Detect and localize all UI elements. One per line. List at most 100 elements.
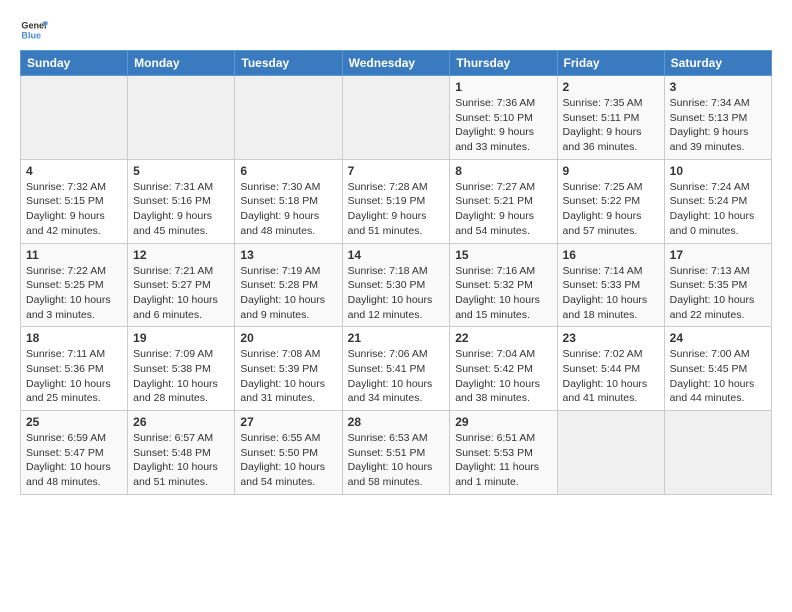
- day-info: Sunrise: 7:11 AM Sunset: 5:36 PM Dayligh…: [26, 347, 122, 406]
- day-number: 25: [26, 415, 122, 429]
- day-info: Sunrise: 7:30 AM Sunset: 5:18 PM Dayligh…: [240, 180, 336, 239]
- day-info: Sunrise: 7:19 AM Sunset: 5:28 PM Dayligh…: [240, 264, 336, 323]
- day-info: Sunrise: 7:13 AM Sunset: 5:35 PM Dayligh…: [670, 264, 766, 323]
- day-number: 13: [240, 248, 336, 262]
- calendar-cell: 26 Sunrise: 6:57 AM Sunset: 5:48 PM Dayli…: [128, 411, 235, 495]
- calendar-cell: 10 Sunrise: 7:24 AM Sunset: 5:24 PM Dayli…: [664, 159, 771, 243]
- calendar-cell: 1 Sunrise: 7:36 AM Sunset: 5:10 PM Daylig…: [450, 76, 557, 160]
- day-info: Sunrise: 7:32 AM Sunset: 5:15 PM Dayligh…: [26, 180, 122, 239]
- day-info: Sunrise: 7:22 AM Sunset: 5:25 PM Dayligh…: [26, 264, 122, 323]
- weekday-header: Sunday: [21, 51, 128, 76]
- calendar-week-row: 18Sunrise: 7:11 AM Sunset: 5:36 PM Dayli…: [21, 327, 772, 411]
- calendar-cell: [557, 411, 664, 495]
- weekday-header: Monday: [128, 51, 235, 76]
- calendar-cell: 14Sunrise: 7:18 AM Sunset: 5:30 PM Dayli…: [342, 243, 450, 327]
- day-number: 9: [563, 164, 659, 178]
- day-info: Sunrise: 6:57 AM Sunset: 5:48 PM Dayligh…: [133, 431, 229, 490]
- calendar-cell: 12 Sunrise: 7:21 AM Sunset: 5:27 PM Dayli…: [128, 243, 235, 327]
- day-info: Sunrise: 7:21 AM Sunset: 5:27 PM Dayligh…: [133, 264, 229, 323]
- day-number: 26: [133, 415, 229, 429]
- day-info: Sunrise: 6:59 AM Sunset: 5:47 PM Dayligh…: [26, 431, 122, 490]
- day-number: 15: [455, 248, 551, 262]
- calendar-cell: 28 Sunrise: 6:53 AM Sunset: 5:51 PM Dayli…: [342, 411, 450, 495]
- calendar-cell: 11 Sunrise: 7:22 AM Sunset: 5:25 PM Dayli…: [21, 243, 128, 327]
- calendar-cell: 18Sunrise: 7:11 AM Sunset: 5:36 PM Dayli…: [21, 327, 128, 411]
- weekday-header: Friday: [557, 51, 664, 76]
- day-number: 16: [563, 248, 659, 262]
- day-number: 4: [26, 164, 122, 178]
- day-number: 2: [563, 80, 659, 94]
- calendar-week-row: 4 Sunrise: 7:32 AM Sunset: 5:15 PM Daylig…: [21, 159, 772, 243]
- calendar-cell: 7Sunrise: 7:28 AM Sunset: 5:19 PM Daylig…: [342, 159, 450, 243]
- day-info: Sunrise: 7:08 AM Sunset: 5:39 PM Dayligh…: [240, 347, 336, 406]
- svg-text:Blue: Blue: [21, 30, 41, 40]
- day-info: Sunrise: 7:02 AM Sunset: 5:44 PM Dayligh…: [563, 347, 659, 406]
- calendar-cell: 4 Sunrise: 7:32 AM Sunset: 5:15 PM Daylig…: [21, 159, 128, 243]
- logo-icon: General Blue: [20, 16, 48, 44]
- weekday-header: Thursday: [450, 51, 557, 76]
- calendar-cell: [342, 76, 450, 160]
- calendar-cell: 8 Sunrise: 7:27 AM Sunset: 5:21 PM Daylig…: [450, 159, 557, 243]
- day-number: 10: [670, 164, 766, 178]
- calendar-week-row: 1 Sunrise: 7:36 AM Sunset: 5:10 PM Daylig…: [21, 76, 772, 160]
- calendar-cell: 9 Sunrise: 7:25 AM Sunset: 5:22 PM Daylig…: [557, 159, 664, 243]
- day-info: Sunrise: 6:53 AM Sunset: 5:51 PM Dayligh…: [348, 431, 445, 490]
- day-info: Sunrise: 7:34 AM Sunset: 5:13 PM Dayligh…: [670, 96, 766, 155]
- day-number: 29: [455, 415, 551, 429]
- calendar-cell: 25 Sunrise: 6:59 AM Sunset: 5:47 PM Dayli…: [21, 411, 128, 495]
- weekday-header: Saturday: [664, 51, 771, 76]
- day-info: Sunrise: 6:55 AM Sunset: 5:50 PM Dayligh…: [240, 431, 336, 490]
- day-info: Sunrise: 7:14 AM Sunset: 5:33 PM Dayligh…: [563, 264, 659, 323]
- day-number: 27: [240, 415, 336, 429]
- calendar-cell: 2 Sunrise: 7:35 AM Sunset: 5:11 PM Daylig…: [557, 76, 664, 160]
- calendar-cell: [21, 76, 128, 160]
- calendar-week-row: 25 Sunrise: 6:59 AM Sunset: 5:47 PM Dayli…: [21, 411, 772, 495]
- weekday-header: Wednesday: [342, 51, 450, 76]
- page-header: General Blue: [20, 16, 772, 44]
- day-number: 12: [133, 248, 229, 262]
- day-number: 3: [670, 80, 766, 94]
- calendar-cell: 16 Sunrise: 7:14 AM Sunset: 5:33 PM Dayli…: [557, 243, 664, 327]
- day-number: 24: [670, 331, 766, 345]
- day-number: 5: [133, 164, 229, 178]
- day-number: 7: [348, 164, 445, 178]
- calendar-cell: 15 Sunrise: 7:16 AM Sunset: 5:32 PM Dayli…: [450, 243, 557, 327]
- calendar-cell: 20 Sunrise: 7:08 AM Sunset: 5:39 PM Dayli…: [235, 327, 342, 411]
- day-number: 1: [455, 80, 551, 94]
- day-info: Sunrise: 7:31 AM Sunset: 5:16 PM Dayligh…: [133, 180, 229, 239]
- day-number: 6: [240, 164, 336, 178]
- day-info: Sunrise: 7:27 AM Sunset: 5:21 PM Dayligh…: [455, 180, 551, 239]
- day-number: 21: [348, 331, 445, 345]
- calendar-cell: 13 Sunrise: 7:19 AM Sunset: 5:28 PM Dayli…: [235, 243, 342, 327]
- calendar-cell: 21 Sunrise: 7:06 AM Sunset: 5:41 PM Dayli…: [342, 327, 450, 411]
- calendar-cell: 23 Sunrise: 7:02 AM Sunset: 5:44 PM Dayli…: [557, 327, 664, 411]
- day-info: Sunrise: 7:25 AM Sunset: 5:22 PM Dayligh…: [563, 180, 659, 239]
- calendar-cell: 22Sunrise: 7:04 AM Sunset: 5:42 PM Dayli…: [450, 327, 557, 411]
- calendar-cell: 27 Sunrise: 6:55 AM Sunset: 5:50 PM Dayli…: [235, 411, 342, 495]
- day-info: Sunrise: 7:04 AM Sunset: 5:42 PM Dayligh…: [455, 347, 551, 406]
- day-info: Sunrise: 7:09 AM Sunset: 5:38 PM Dayligh…: [133, 347, 229, 406]
- day-info: Sunrise: 7:35 AM Sunset: 5:11 PM Dayligh…: [563, 96, 659, 155]
- day-info: Sunrise: 6:51 AM Sunset: 5:53 PM Dayligh…: [455, 431, 551, 490]
- calendar-cell: 29 Sunrise: 6:51 AM Sunset: 5:53 PM Dayli…: [450, 411, 557, 495]
- calendar-week-row: 11 Sunrise: 7:22 AM Sunset: 5:25 PM Dayli…: [21, 243, 772, 327]
- day-info: Sunrise: 7:06 AM Sunset: 5:41 PM Dayligh…: [348, 347, 445, 406]
- day-info: Sunrise: 7:24 AM Sunset: 5:24 PM Dayligh…: [670, 180, 766, 239]
- calendar-cell: 17Sunrise: 7:13 AM Sunset: 5:35 PM Dayli…: [664, 243, 771, 327]
- day-number: 11: [26, 248, 122, 262]
- day-number: 23: [563, 331, 659, 345]
- day-number: 28: [348, 415, 445, 429]
- weekday-header: Tuesday: [235, 51, 342, 76]
- calendar-cell: [235, 76, 342, 160]
- day-number: 8: [455, 164, 551, 178]
- day-info: Sunrise: 7:16 AM Sunset: 5:32 PM Dayligh…: [455, 264, 551, 323]
- calendar-cell: 24 Sunrise: 7:00 AM Sunset: 5:45 PM Dayli…: [664, 327, 771, 411]
- day-info: Sunrise: 7:36 AM Sunset: 5:10 PM Dayligh…: [455, 96, 551, 155]
- day-number: 20: [240, 331, 336, 345]
- calendar-cell: 3 Sunrise: 7:34 AM Sunset: 5:13 PM Daylig…: [664, 76, 771, 160]
- day-info: Sunrise: 7:00 AM Sunset: 5:45 PM Dayligh…: [670, 347, 766, 406]
- calendar-cell: 6 Sunrise: 7:30 AM Sunset: 5:18 PM Daylig…: [235, 159, 342, 243]
- calendar-table: SundayMondayTuesdayWednesdayThursdayFrid…: [20, 50, 772, 495]
- calendar-cell: [664, 411, 771, 495]
- calendar-header-row: SundayMondayTuesdayWednesdayThursdayFrid…: [21, 51, 772, 76]
